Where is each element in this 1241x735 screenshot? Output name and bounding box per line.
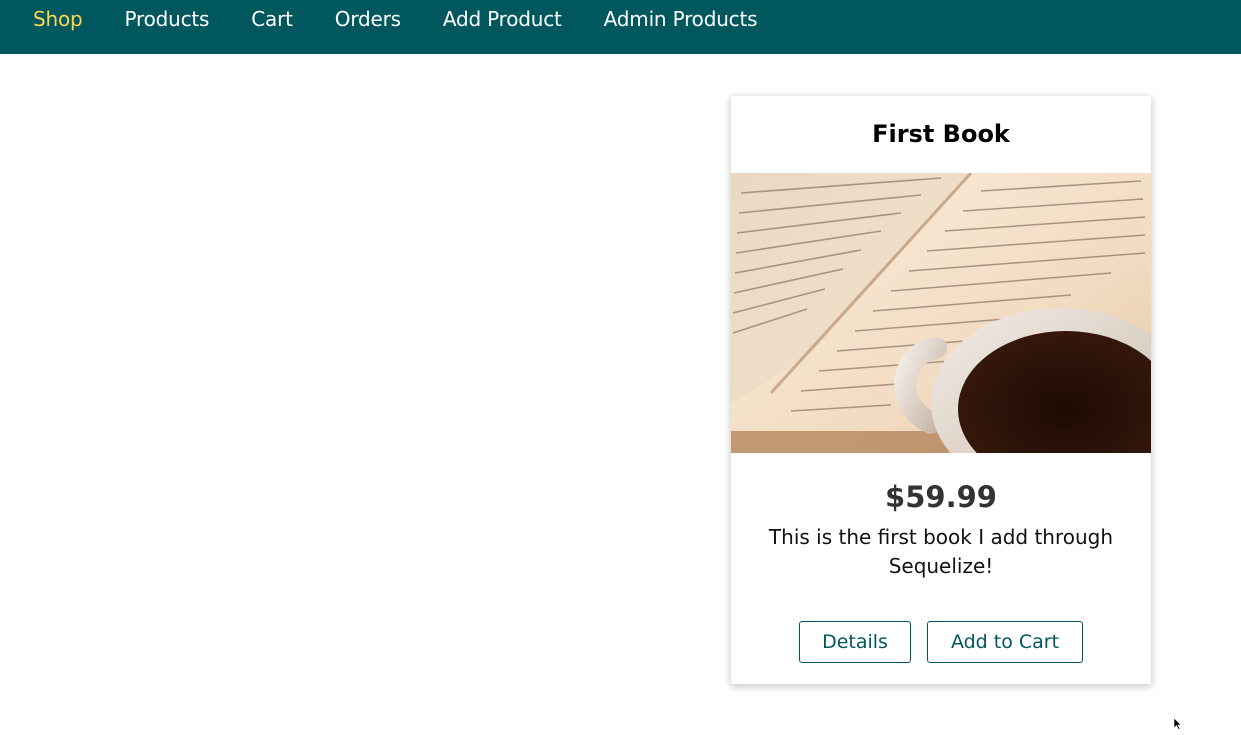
main-nav: Shop Products Cart Orders Add Product Ad… bbox=[33, 0, 799, 38]
main-header: Shop Products Cart Orders Add Product Ad… bbox=[0, 0, 1241, 54]
nav-add-product-link[interactable]: Add Product bbox=[443, 7, 562, 31]
product-image bbox=[731, 173, 1151, 453]
details-button[interactable]: Details bbox=[799, 621, 911, 663]
product-card: First Book $59.99 This is the first book… bbox=[731, 96, 1151, 684]
product-price: $59.99 bbox=[885, 480, 997, 514]
mouse-cursor-icon bbox=[1174, 718, 1182, 730]
card-actions: Details Add to Cart bbox=[731, 621, 1151, 663]
nav-orders-link[interactable]: Orders bbox=[335, 7, 401, 31]
nav-admin-products-link[interactable]: Admin Products bbox=[604, 7, 758, 31]
nav-products-link[interactable]: Products bbox=[125, 7, 210, 31]
nav-cart-link[interactable]: Cart bbox=[251, 7, 293, 31]
add-to-cart-button[interactable]: Add to Cart bbox=[927, 621, 1083, 663]
nav-shop-link[interactable]: Shop bbox=[33, 7, 83, 31]
product-title: First Book bbox=[872, 120, 1010, 148]
product-description: This is the first book I add through Seq… bbox=[768, 525, 1114, 578]
